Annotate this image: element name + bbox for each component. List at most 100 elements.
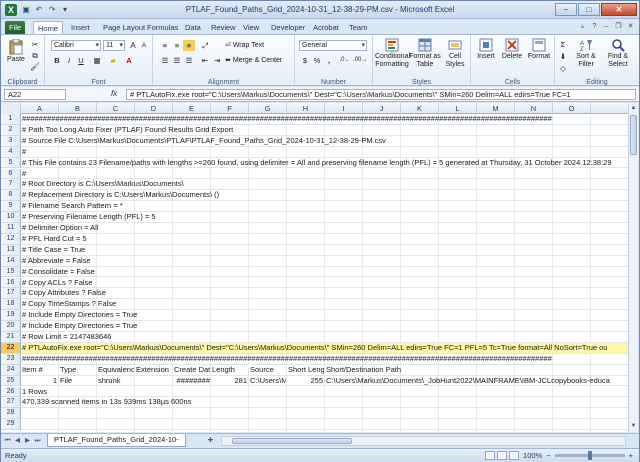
cell[interactable]: # <box>21 169 627 179</box>
vertical-scrollbar[interactable]: ▲ ▼ <box>628 103 638 432</box>
cell[interactable]: Create Dat <box>173 365 210 375</box>
row-header[interactable]: 15 <box>1 266 21 278</box>
cell[interactable]: # Title Case = True <box>21 245 627 255</box>
fill-icon[interactable]: ⬇ <box>557 51 569 62</box>
cell[interactable]: ########################################… <box>21 354 627 364</box>
sheet-tab-active[interactable]: PTLAF_Found_Paths_Grid_2024-10- <box>47 434 186 447</box>
column-header[interactable]: J <box>363 103 401 114</box>
row-header[interactable]: 12 <box>1 233 21 245</box>
row-header[interactable]: 23 <box>1 353 21 365</box>
indent-decrease-icon[interactable]: ⇤ <box>199 55 211 66</box>
row-header[interactable]: 5 <box>1 157 21 169</box>
cell[interactable]: Type <box>59 365 96 375</box>
cell[interactable]: Item # <box>21 365 58 375</box>
next-sheet-icon[interactable]: ▶ <box>23 436 32 446</box>
row-header[interactable]: 20 <box>1 321 21 332</box>
align-top-icon[interactable]: ≡ <box>159 40 171 51</box>
cell[interactable]: # Copy ACLs ? False <box>21 278 627 288</box>
zoom-slider-knob[interactable] <box>587 451 592 460</box>
scroll-up-icon[interactable]: ▲ <box>629 104 638 113</box>
cell[interactable]: # This File contains 23 Filename/paths w… <box>21 158 627 168</box>
column-header[interactable]: I <box>325 103 363 114</box>
font-name-select[interactable]: Calibri <box>51 40 101 51</box>
column-header[interactable]: B <box>59 103 97 114</box>
column-header[interactable]: G <box>249 103 287 114</box>
tab-data[interactable]: Data <box>181 21 205 34</box>
cell[interactable]: # Abbreviate = False <box>21 256 627 266</box>
zoom-slider[interactable] <box>554 451 625 460</box>
align-left-icon[interactable]: ☰ <box>159 55 171 66</box>
cell[interactable]: 281 <box>211 376 248 386</box>
minimize-button[interactable]: – <box>555 3 577 16</box>
tab-formulas[interactable]: Formulas <box>143 21 182 34</box>
underline-button[interactable]: U <box>75 55 87 66</box>
row-header[interactable]: 25 <box>1 375 21 387</box>
row-header[interactable]: 21 <box>1 332 21 343</box>
comma-button[interactable]: , <box>323 55 335 66</box>
cell[interactable]: Extension <box>135 365 172 375</box>
horizontal-scrollbar[interactable] <box>221 436 626 446</box>
wrap-text-button[interactable]: ⏎ Wrap Text <box>225 42 285 50</box>
row-header[interactable]: 1 <box>1 114 21 125</box>
cell[interactable]: Source <box>249 365 286 375</box>
indent-increase-icon[interactable]: ⇥ <box>211 55 223 66</box>
sort-filter-button[interactable]: AZ Sort & Filter <box>571 38 601 69</box>
percent-button[interactable]: % <box>311 55 323 66</box>
cell[interactable]: 1 Rows <box>21 387 627 397</box>
page-layout-view-icon[interactable] <box>497 451 508 460</box>
row-header[interactable]: 18 <box>1 299 21 311</box>
column-header[interactable]: M <box>477 103 515 114</box>
cell[interactable]: # Copy TimeStamps ? False <box>21 299 627 309</box>
row-header[interactable]: 29 <box>1 419 21 431</box>
row-header[interactable]: 6 <box>1 168 21 180</box>
align-bottom-icon[interactable]: ≡ <box>183 40 195 51</box>
align-middle-icon[interactable]: ≡ <box>171 40 183 51</box>
row-header[interactable]: 3 <box>1 135 21 147</box>
select-all-corner[interactable] <box>1 103 21 114</box>
cell[interactable]: 255 <box>287 376 324 386</box>
autosum-icon[interactable]: Σ <box>557 39 569 50</box>
cell[interactable]: # Filename Search Pattern = * <box>21 201 627 211</box>
cell[interactable]: # <box>21 147 627 157</box>
cell[interactable]: # Consolidate = False <box>21 267 627 277</box>
clear-icon[interactable]: ◇ <box>557 63 569 74</box>
last-sheet-icon[interactable]: ⏭ <box>33 436 42 446</box>
row-header[interactable]: 13 <box>1 244 21 256</box>
cut-icon[interactable]: ✂ <box>29 39 41 50</box>
row-header[interactable]: 9 <box>1 201 21 213</box>
cell[interactable]: # Path Too Long Auto Fixer (PTLAF) Found… <box>21 125 627 135</box>
paste-button[interactable]: Paste <box>5 39 27 64</box>
row-header[interactable]: 22 <box>1 342 21 354</box>
cell[interactable]: ########################################… <box>21 114 627 124</box>
scroll-down-icon[interactable]: ▼ <box>629 422 638 431</box>
orientation-icon[interactable]: ⤢ <box>199 40 211 51</box>
page-break-view-icon[interactable] <box>509 451 520 460</box>
workbook-minimize-icon[interactable]: – <box>602 22 611 31</box>
column-header[interactable]: D <box>135 103 173 114</box>
cell[interactable]: Short Leng <box>287 365 324 375</box>
cell[interactable]: # Source File C:\Users\Markus\Documents\… <box>21 136 627 146</box>
zoom-in-icon[interactable]: + <box>629 451 633 460</box>
tab-file[interactable]: File <box>5 21 26 34</box>
delete-cells-button[interactable]: Delete <box>499 38 525 61</box>
tab-page-layout[interactable]: Page Layout <box>99 21 149 34</box>
row-header[interactable]: 2 <box>1 124 21 136</box>
cell[interactable]: ######## <box>173 376 210 386</box>
zoom-out-icon[interactable]: − <box>546 451 550 460</box>
cell[interactable]: # Replacement Directory is C:\Users\Mark… <box>21 190 627 200</box>
fill-color-icon[interactable]: ▰ <box>107 55 119 66</box>
row-header[interactable]: 19 <box>1 310 21 322</box>
cell[interactable]: # Copy Attributes ? False <box>21 288 627 298</box>
find-select-button[interactable]: Find & Select <box>603 38 633 69</box>
currency-button[interactable]: $ <box>299 55 311 66</box>
row-header[interactable]: 14 <box>1 255 21 267</box>
cell[interactable]: # PFL Hard Cut = 5 <box>21 234 627 244</box>
increase-decimal-icon[interactable]: .0← <box>339 55 351 66</box>
tab-view[interactable]: View <box>239 21 263 34</box>
row-header[interactable]: 17 <box>1 288 21 300</box>
name-box[interactable]: A22 <box>4 89 66 100</box>
cell[interactable]: # Row Limit = 2147483646 <box>21 332 627 342</box>
row-header[interactable]: 27 <box>1 397 21 409</box>
cell[interactable]: shrunk <box>97 376 134 386</box>
prev-sheet-icon[interactable]: ◀ <box>13 436 22 446</box>
